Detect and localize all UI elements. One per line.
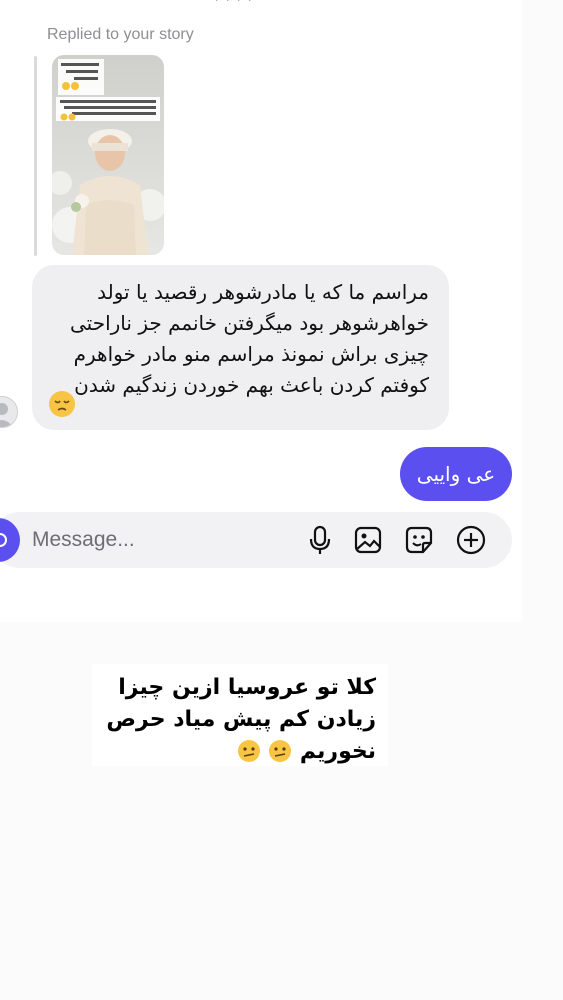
confused-face-emoji-icon (268, 739, 292, 763)
bride-story-photo (52, 55, 164, 255)
caption-box: کلا تو عروسیا ازین چیزا زیادن کم پیش میا… (92, 664, 388, 766)
story-thumbnail[interactable] (52, 55, 164, 255)
user-avatar-icon (0, 403, 13, 427)
replied-to-story-label: Replied to your story (47, 26, 194, 43)
camera-button[interactable] (0, 518, 20, 562)
add-icon[interactable] (456, 524, 486, 556)
sent-message-text: عی واییی (416, 462, 496, 486)
camera-icon (0, 533, 7, 547)
chat-area: · · · · Replied to your story (0, 0, 522, 622)
sticker-icon[interactable] (404, 524, 434, 556)
caption-text: کلا تو عروسیا ازین چیزا زیادن کم پیش میا… (86, 672, 376, 768)
previous-timestamp-fragment: · · · · (215, 0, 285, 4)
sent-message-bubble[interactable]: عی واییی (400, 447, 512, 501)
story-reply-line (34, 56, 37, 256)
confused-face-emoji-icon (237, 739, 261, 763)
pensive-face-emoji-icon (48, 390, 76, 418)
gallery-icon[interactable] (353, 524, 383, 556)
message-input[interactable] (32, 526, 232, 554)
microphone-icon[interactable] (305, 524, 335, 556)
sender-avatar[interactable] (0, 396, 18, 428)
received-message-text: مراسم ما که یا مادرشوهر رقصید یا تولد خو… (70, 280, 429, 397)
received-message-bubble[interactable]: مراسم ما که یا مادرشوهر رقصید یا تولد خو… (32, 265, 449, 430)
